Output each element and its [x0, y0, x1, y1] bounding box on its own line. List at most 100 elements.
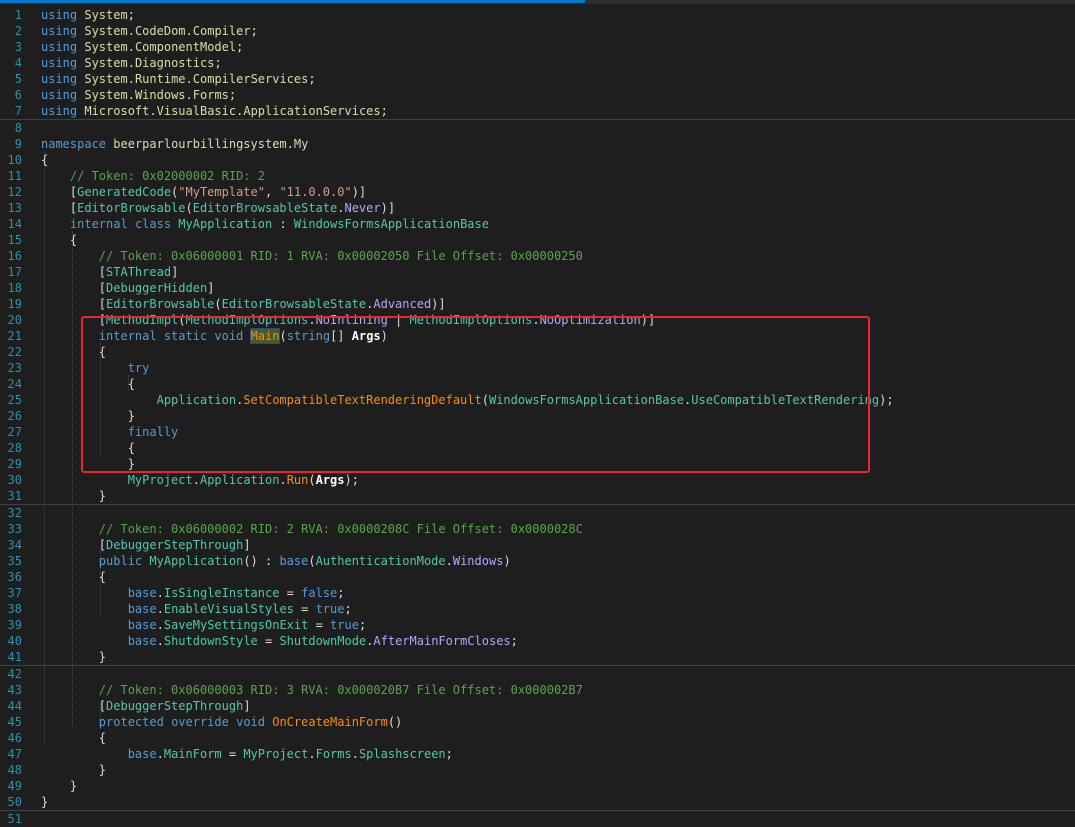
code-text: [GeneratedCode("MyTemplate", "11.0.0.0")…: [41, 185, 367, 199]
code-text: // Token: 0x06000003 RID: 3 RVA: 0x00002…: [41, 683, 583, 697]
line-number: 47: [7, 747, 22, 761]
code-line[interactable]: 37 base.IsSingleInstance = false;: [0, 585, 1075, 601]
code-line[interactable]: 48 }: [0, 762, 1075, 778]
line-number: 30: [7, 473, 22, 487]
code-line[interactable]: 12 [GeneratedCode("MyTemplate", "11.0.0.…: [0, 184, 1075, 200]
line-number: 6: [14, 88, 22, 102]
code-text: base.MainForm = MyProject.Forms.Splashsc…: [127, 747, 453, 761]
code-text: // Token: 0x02000002 RID: 2: [41, 169, 265, 183]
code-line[interactable]: 14 internal class MyApplication : Window…: [0, 216, 1075, 232]
code-line[interactable]: 51: [0, 811, 1075, 827]
code-line[interactable]: 9 namespace beerparlourbillingsystem.My: [0, 136, 1075, 152]
code-line[interactable]: 33 // Token: 0x06000002 RID: 2 RVA: 0x00…: [0, 521, 1075, 537]
code-line[interactable]: 15 {: [0, 232, 1075, 248]
code-text: }: [41, 763, 107, 777]
line-number: 9: [14, 137, 22, 151]
code-line[interactable]: 36 {: [0, 569, 1075, 585]
code-text: using System.CodeDom.Compiler;: [41, 24, 258, 38]
code-line[interactable]: 11 // Token: 0x02000002 RID: 2: [0, 168, 1075, 184]
line-number: 36: [7, 570, 22, 584]
code-text: [DebuggerHidden]: [41, 281, 215, 295]
code-line[interactable]: 31 }: [0, 488, 1075, 505]
code-line[interactable]: 42: [0, 666, 1075, 682]
code-line[interactable]: 47 base.MainForm = MyProject.Forms.Splas…: [0, 746, 1075, 762]
line-number: 2: [14, 24, 22, 38]
code-line[interactable]: 16 // Token: 0x06000001 RID: 1 RVA: 0x00…: [0, 248, 1075, 264]
code-text: [STAThread]: [41, 265, 179, 279]
code-line[interactable]: 6 using System.Windows.Forms;: [0, 87, 1075, 103]
code-text: // Token: 0x06000001 RID: 1 RVA: 0x00002…: [41, 249, 583, 263]
line-number: 14: [7, 217, 22, 231]
code-text: // Token: 0x06000002 RID: 2 RVA: 0x00002…: [41, 522, 583, 536]
line-number: 35: [7, 554, 22, 568]
code-line[interactable]: 41 }: [0, 649, 1075, 666]
code-text: {: [41, 153, 49, 167]
code-line[interactable]: 49 }: [0, 778, 1075, 794]
line-number: 32: [7, 506, 22, 520]
code-line[interactable]: 5 using System.Runtime.CompilerServices;: [0, 71, 1075, 87]
line-number: 23: [7, 361, 22, 375]
code-text: {: [41, 731, 107, 745]
code-text: base.ShutdownStyle = ShutdownMode.AfterM…: [127, 634, 518, 648]
code-line[interactable]: 40 base.ShutdownStyle = ShutdownMode.Aft…: [0, 633, 1075, 649]
code-text: [EditorBrowsable(EditorBrowsableState.Ad…: [41, 297, 446, 311]
code-text: using System.Runtime.CompilerServices;: [41, 72, 316, 86]
code-text: }: [41, 795, 49, 809]
line-number: 17: [7, 265, 22, 279]
code-line[interactable]: 8: [0, 120, 1075, 136]
highlight-box-main-method: [81, 316, 870, 473]
code-line[interactable]: 38 base.EnableVisualStyles = true;: [0, 601, 1075, 617]
editor-tab-strip: [0, 0, 1075, 4]
line-number: 43: [7, 683, 22, 697]
line-number: 46: [7, 731, 22, 745]
code-text: base.IsSingleInstance = false;: [127, 586, 345, 600]
code-line[interactable]: 7 using Microsoft.VisualBasic.Application…: [0, 103, 1075, 120]
line-number: 42: [7, 667, 22, 681]
line-number: 8: [14, 121, 22, 135]
code-line[interactable]: 3 using System.ComponentModel;: [0, 39, 1075, 55]
line-number: 10: [7, 153, 22, 167]
code-line[interactable]: 19 [EditorBrowsable(EditorBrowsableState…: [0, 296, 1075, 312]
line-number: 29: [7, 457, 22, 471]
code-line[interactable]: 45 protected override void OnCreateMainF…: [0, 714, 1075, 730]
code-line[interactable]: 1 using System;: [0, 7, 1075, 23]
code-line[interactable]: 39 base.SaveMySettingsOnExit = true;: [0, 617, 1075, 633]
code-text: using System.ComponentModel;: [41, 40, 244, 54]
code-text: public MyApplication() : base(Authentica…: [98, 554, 511, 568]
line-number: 18: [7, 281, 22, 295]
code-line[interactable]: 18 [DebuggerHidden]: [0, 280, 1075, 296]
line-number: 34: [7, 538, 22, 552]
line-number: 51: [7, 812, 22, 826]
code-text: using System.Windows.Forms;: [41, 88, 237, 102]
code-text: {: [41, 570, 107, 584]
code-line[interactable]: 32: [0, 505, 1075, 521]
code-text: {: [41, 233, 78, 247]
code-text: [DebuggerStepThrough]: [41, 699, 251, 713]
code-line[interactable]: 4 using System.Diagnostics;: [0, 55, 1075, 71]
code-line[interactable]: 43 // Token: 0x06000003 RID: 3 RVA: 0x00…: [0, 682, 1075, 698]
code-line[interactable]: 13 [EditorBrowsable(EditorBrowsableState…: [0, 200, 1075, 216]
code-text: }: [41, 489, 107, 503]
line-number: 25: [7, 393, 22, 407]
line-number: 12: [7, 185, 22, 199]
line-number: 40: [7, 634, 22, 648]
line-number: 41: [7, 650, 22, 664]
code-text: }: [41, 650, 107, 664]
line-number: 19: [7, 297, 22, 311]
code-text: MyProject.Application.Run(Args);: [127, 473, 359, 487]
line-number: 20: [7, 313, 22, 327]
code-line[interactable]: 50}: [0, 794, 1075, 811]
line-number: 16: [7, 249, 22, 263]
code-line[interactable]: 46 {: [0, 730, 1075, 746]
line-number: 50: [7, 795, 22, 809]
code-line[interactable]: 34 [DebuggerStepThrough]: [0, 537, 1075, 553]
line-number: 39: [7, 618, 22, 632]
code-line[interactable]: 10 {: [0, 152, 1075, 168]
code-line[interactable]: 44 [DebuggerStepThrough]: [0, 698, 1075, 714]
line-number: 38: [7, 602, 22, 616]
code-line[interactable]: 17 [STAThread]: [0, 264, 1075, 280]
line-number: 22: [7, 345, 22, 359]
code-line[interactable]: 35 public MyApplication() : base(Authent…: [0, 553, 1075, 569]
code-line[interactable]: 30 MyProject.Application.Run(Args);: [0, 472, 1075, 488]
code-line[interactable]: 2 using System.CodeDom.Compiler;: [0, 23, 1075, 39]
